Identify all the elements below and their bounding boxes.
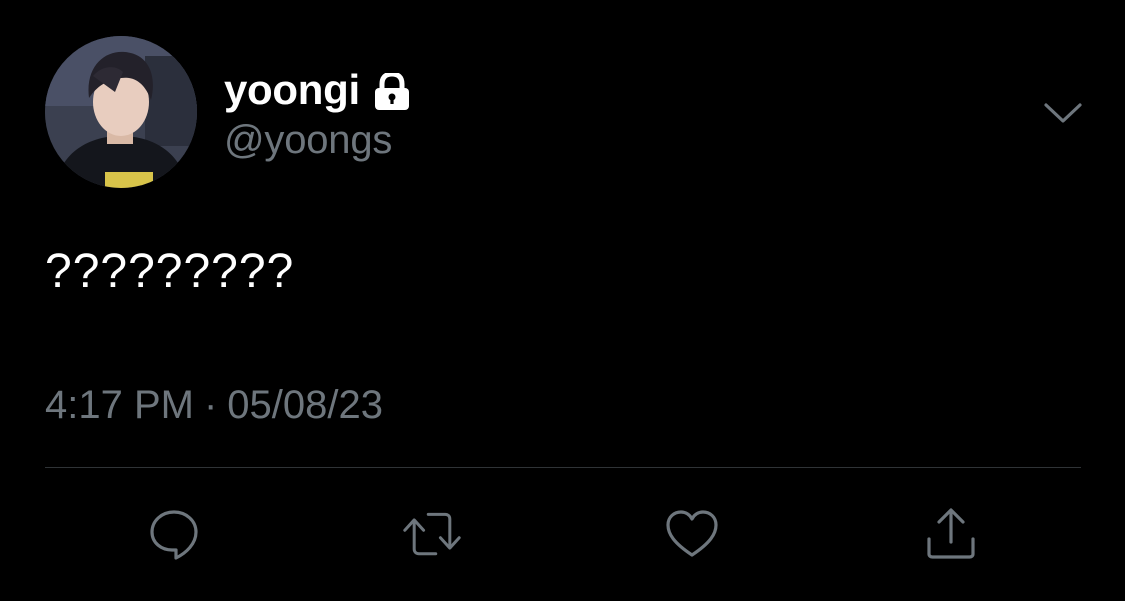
profile-photo xyxy=(45,36,197,188)
user-handle[interactable]: @yoongs xyxy=(224,118,392,163)
tweet-timestamp: 4:17 PM · 05/08/23 xyxy=(45,383,383,428)
share-icon xyxy=(927,508,975,559)
meta-separator: · xyxy=(203,383,218,427)
tweet-card: yoongi @yoongs ????????? 4:17 PM · 05/08/2… xyxy=(0,0,1125,601)
like-button[interactable] xyxy=(662,504,722,564)
avatar[interactable] xyxy=(45,36,197,188)
share-button[interactable] xyxy=(921,504,981,564)
tweet-date[interactable]: 05/08/23 xyxy=(227,383,383,427)
retweet-icon xyxy=(403,512,461,556)
lock-icon xyxy=(372,73,412,111)
chevron-down-icon[interactable] xyxy=(1040,96,1086,130)
display-name[interactable]: yoongi xyxy=(224,66,360,114)
retweet-button[interactable] xyxy=(402,504,462,564)
tweet-text: ????????? xyxy=(45,245,295,298)
display-name-row: yoongi xyxy=(224,64,412,116)
comment-icon xyxy=(150,510,198,560)
heart-icon xyxy=(666,510,718,557)
tweet-time[interactable]: 4:17 PM xyxy=(45,383,194,427)
reply-button[interactable] xyxy=(144,504,204,564)
divider xyxy=(45,467,1081,468)
